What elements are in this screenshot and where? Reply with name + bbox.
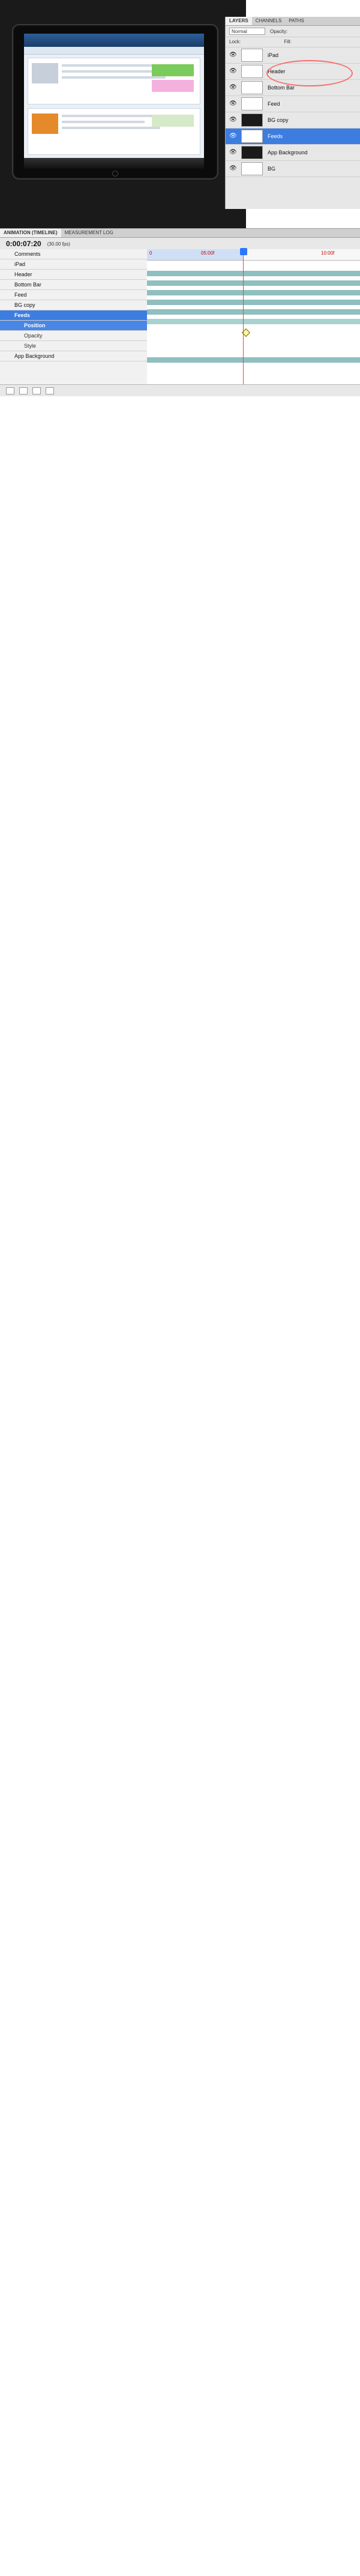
highlight-ellipse (266, 60, 353, 86)
layers-tabs: LAYERS CHANNELS PATHS (226, 17, 360, 26)
placeholder-steps (0, 396, 360, 2576)
timeline-row[interactable]: Bottom Bar (0, 280, 147, 290)
timeline-grid: Comments iPad Header Bottom Bar Feed BG … (0, 248, 360, 385)
eye-icon[interactable] (229, 52, 236, 59)
track-bar[interactable] (147, 300, 360, 305)
layer-thumbnail (241, 162, 263, 175)
track-bar[interactable] (147, 271, 360, 276)
app-menubar (24, 47, 204, 55)
timeline-footer (0, 384, 360, 397)
layer-row[interactable]: BG copy (226, 112, 360, 128)
play-button[interactable] (19, 387, 28, 395)
timeline-property-opacity[interactable]: Opacity (0, 331, 147, 341)
layer-row[interactable]: Feed (226, 96, 360, 112)
layer-thumbnail (241, 146, 263, 159)
time-ruler: 0 05:00f 10:00f (147, 249, 360, 261)
timeline-tabs: ANIMATION (TIMELINE) MEASUREMENT LOG (0, 229, 360, 238)
animation-timeline-panel: ANIMATION (TIMELINE) MEASUREMENT LOG 0:0… (0, 228, 360, 397)
app-header (24, 34, 204, 47)
go-to-start-button[interactable] (6, 387, 14, 395)
layer-thumbnail (241, 81, 263, 94)
track-bar[interactable] (147, 309, 360, 315)
tab-layers[interactable]: LAYERS (226, 17, 252, 25)
eye-icon[interactable] (229, 68, 236, 75)
green-badge (152, 64, 194, 76)
layer-name: Feeds (268, 133, 283, 139)
layer-name: App Background (268, 150, 308, 156)
app-bottom-bar (24, 158, 204, 169)
tab-channels[interactable]: CHANNELS (252, 17, 286, 25)
timeline-row[interactable]: BG copy (0, 300, 147, 310)
track-bar[interactable] (147, 357, 360, 363)
timecode: 0:00:07:20 (6, 240, 41, 248)
go-to-end-button[interactable] (32, 387, 41, 395)
layers-panel: LAYERS CHANNELS PATHS Normal Opacity: Lo… (225, 17, 360, 209)
track-bar[interactable] (147, 280, 360, 286)
track-bars (147, 260, 360, 385)
blend-mode-select[interactable]: Normal (229, 28, 265, 35)
workspace-screenshot: LAYERS CHANNELS PATHS Normal Opacity: Lo… (0, 0, 360, 228)
playhead[interactable] (240, 248, 247, 385)
tab-animation-timeline[interactable]: ANIMATION (TIMELINE) (0, 229, 61, 237)
tab-measurement-log[interactable]: MEASUREMENT LOG (61, 229, 117, 237)
ruler-mark: 0 (149, 250, 152, 256)
opacity-label: Opacity: (270, 28, 288, 34)
layer-row[interactable]: BG (226, 161, 360, 177)
eye-icon[interactable] (229, 165, 236, 172)
feed-card (28, 58, 200, 104)
tutorial-step-1: LAYERS CHANNELS PATHS Normal Opacity: Lo… (0, 0, 360, 397)
layer-row-selected[interactable]: Feeds (226, 128, 360, 145)
tab-paths[interactable]: PATHS (285, 17, 307, 25)
work-area[interactable] (147, 249, 243, 260)
timeline-row[interactable]: Header (0, 270, 147, 280)
eye-icon[interactable] (229, 116, 236, 124)
fps-label: (30.00 fps) (47, 241, 70, 247)
track-bar[interactable] (147, 290, 360, 295)
feed-card (28, 108, 200, 155)
lock-row: Lock: Fill: (226, 37, 360, 47)
layer-row[interactable]: App Background (226, 145, 360, 161)
onion-skin-button[interactable] (46, 387, 54, 395)
timeline-layer-list: Comments iPad Header Bottom Bar Feed BG … (0, 249, 148, 385)
layer-name: BG copy (268, 117, 289, 123)
timecode-row: 0:00:07:20 (30.00 fps) (0, 238, 360, 250)
track-bar[interactable] (147, 319, 360, 324)
eye-icon[interactable] (229, 133, 236, 140)
layer-thumbnail (241, 49, 263, 62)
layer-thumbnail (241, 130, 263, 143)
layer-name: iPad (268, 52, 279, 58)
layer-thumbnail (241, 113, 263, 127)
layer-name: BG (268, 166, 276, 172)
pink-block (152, 80, 194, 92)
layer-thumbnail (241, 97, 263, 110)
ruler-mark: 10:00f (321, 250, 335, 256)
layer-name: Feed (268, 101, 280, 107)
timeline-row[interactable]: App Background (0, 351, 147, 361)
timeline-row[interactable]: Feed (0, 290, 147, 300)
ruler-mark: 05:00f (201, 250, 215, 256)
layer-thumbnail (241, 65, 263, 78)
timeline-property-style[interactable]: Style (0, 341, 147, 351)
timeline-property-position[interactable]: Position (0, 321, 147, 331)
timeline-row[interactable]: Comments (0, 249, 147, 259)
eye-icon[interactable] (229, 149, 236, 156)
ipad-mockup (12, 24, 218, 180)
eye-icon[interactable] (229, 100, 236, 107)
timeline-row-selected[interactable]: Feeds (0, 310, 147, 321)
layer-name: Bottom Bar (268, 85, 295, 91)
timeline-row[interactable]: iPad (0, 259, 147, 270)
feed-thumbnail (32, 63, 58, 83)
layers-controls: Normal Opacity: (226, 26, 360, 37)
eye-icon[interactable] (229, 84, 236, 91)
playhead-handle[interactable] (240, 248, 247, 255)
home-button-icon (112, 171, 118, 177)
ipad-screen (24, 34, 204, 169)
green-badge (152, 115, 194, 127)
timeline-tracks: 0 05:00f 10:00f (147, 248, 360, 385)
lock-label: Lock: (229, 39, 241, 44)
feed-thumbnail (32, 113, 58, 134)
fill-label: Fill: (284, 39, 292, 44)
